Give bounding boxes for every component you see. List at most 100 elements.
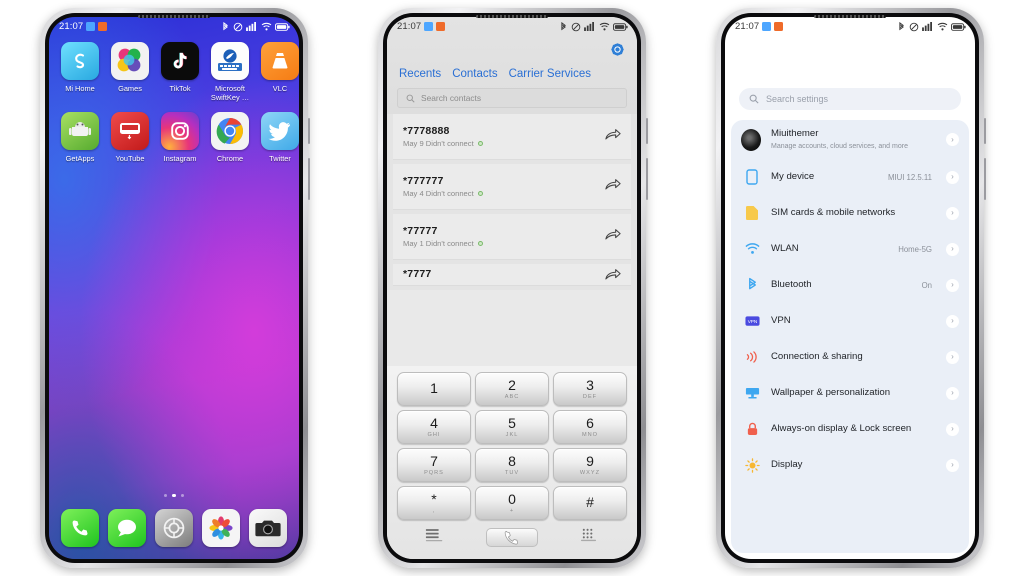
call-back-arrow-icon[interactable] xyxy=(605,178,621,196)
phone-settings-screen: 21:07 Search settings Miuithemer Manage … xyxy=(716,8,986,568)
status-bar-1: 21:07 xyxy=(49,17,299,36)
page-dot[interactable] xyxy=(163,493,168,497)
contacts-list-icon[interactable] xyxy=(425,528,445,547)
games-icon xyxy=(111,42,149,80)
key-6[interactable]: 6 MNO xyxy=(553,410,627,444)
settings-item-sim-cards[interactable]: SIM cards & mobile networks › xyxy=(731,195,969,231)
key-9[interactable]: 9 WXYZ xyxy=(553,448,627,482)
chevron-right-icon: › xyxy=(946,458,959,472)
settings-gear-icon[interactable] xyxy=(610,42,625,62)
settings-icon[interactable] xyxy=(154,509,193,547)
table-row[interactable]: *777777 May 4 Didn't connect xyxy=(393,164,631,210)
key-digit: 4 xyxy=(430,415,438,431)
key-0[interactable]: 0 + xyxy=(475,486,549,520)
twitter-icon xyxy=(261,112,299,150)
search-icon xyxy=(749,94,759,104)
search-contacts-input[interactable]: Search contacts xyxy=(397,88,627,108)
key-4[interactable]: 4 GHI xyxy=(397,410,471,444)
app-games[interactable]: Games xyxy=(105,42,155,102)
app-chrome[interactable]: Chrome xyxy=(205,112,255,163)
settings-item-bluetooth[interactable]: Bluetooth On › xyxy=(731,267,969,303)
earpiece-speaker xyxy=(814,15,886,18)
search-settings-input[interactable]: Search settings xyxy=(739,88,961,110)
key-8[interactable]: 8 TUV xyxy=(475,448,549,482)
call-number: *77777 xyxy=(403,225,438,237)
bluetooth-icon xyxy=(223,21,228,30)
app-twitter[interactable]: Twitter xyxy=(255,112,299,163)
settings-item-wallpaper[interactable]: Wallpaper & personalization › xyxy=(731,375,969,411)
keypad-icon[interactable] xyxy=(580,527,597,547)
key-3[interactable]: 3 DEF xyxy=(553,372,627,406)
chevron-right-icon: › xyxy=(946,278,959,292)
phone1-bezel: 21:07 Mi Home Games TikTok Microsoft Swi… xyxy=(45,13,303,563)
phone2-screen: 21:07 Recents Contacts Carrier Services … xyxy=(387,17,637,559)
signal-icon xyxy=(246,22,256,31)
wifi-icon xyxy=(599,22,609,31)
settings-item-value: MIUI 12.5.11 xyxy=(887,172,932,182)
settings-item-wlan[interactable]: WLAN Home-5G › xyxy=(731,231,969,267)
phone-home-screen: 21:07 Mi Home Games TikTok Microsoft Swi… xyxy=(40,8,310,568)
app-youtube[interactable]: YouTube xyxy=(105,112,155,163)
key-5[interactable]: 5 JKL xyxy=(475,410,549,444)
app-vlc[interactable]: VLC xyxy=(255,42,299,102)
search-placeholder: Search contacts xyxy=(421,93,482,103)
tab-contacts[interactable]: Contacts xyxy=(452,68,497,80)
mi-home-icon xyxy=(61,42,99,80)
settings-item-connection-sharing[interactable]: Connection & sharing › xyxy=(731,339,969,375)
settings-item-my-device[interactable]: My device MIUI 12.5.11 › xyxy=(731,159,969,195)
screenshot-stage: 21:07 Mi Home Games TikTok Microsoft Swi… xyxy=(0,0,1024,576)
app-mi-home[interactable]: Mi Home xyxy=(55,42,105,102)
call-handset-icon[interactable] xyxy=(485,527,538,547)
phone3-screen: 21:07 Search settings Miuithemer Manage … xyxy=(725,17,975,559)
app-grid-row-2: GetApps YouTube Instagram Chrome Twitter xyxy=(49,102,299,163)
dnd-icon xyxy=(909,22,918,31)
bluetooth-icon xyxy=(899,21,904,30)
phone-icon[interactable] xyxy=(61,509,100,547)
app-swiftkey[interactable]: Microsoft SwiftKey … xyxy=(205,42,255,102)
call-back-arrow-icon[interactable] xyxy=(605,128,621,146)
blue-app-badge-icon xyxy=(86,22,96,31)
key-2[interactable]: 2 ABC xyxy=(475,372,549,406)
chevron-right-icon: › xyxy=(946,314,959,328)
key-star[interactable]: *, xyxy=(397,486,471,520)
key-digit: * xyxy=(431,491,437,507)
orange-app-badge-icon xyxy=(98,22,108,31)
dialer-tabs: Recents Contacts Carrier Services xyxy=(387,64,637,86)
settings-item-lock-screen[interactable]: Always-on display & Lock screen › xyxy=(731,411,969,447)
status-clock: 21:07 xyxy=(397,21,422,32)
phone3-bezel: 21:07 Search settings Miuithemer Manage … xyxy=(721,13,979,563)
lock-icon xyxy=(747,422,757,435)
app-instagram[interactable]: Instagram xyxy=(155,112,205,163)
device-icon xyxy=(746,169,758,185)
key-7[interactable]: 7 PQRS xyxy=(397,448,471,482)
app-label: Games xyxy=(118,84,142,93)
messages-icon[interactable] xyxy=(108,509,147,547)
key-digit: 7 xyxy=(430,453,438,469)
table-row[interactable]: *7778888 May 9 Didn't connect xyxy=(393,114,631,160)
tab-recents[interactable]: Recents xyxy=(399,68,441,80)
app-getapps[interactable]: GetApps xyxy=(55,112,105,163)
key-hash[interactable]: # xyxy=(553,486,627,520)
gallery-icon[interactable] xyxy=(201,509,240,547)
wifi-icon xyxy=(261,22,271,31)
settings-item-vpn[interactable]: VPN VPN › xyxy=(731,303,969,339)
chevron-right-icon: › xyxy=(946,386,959,400)
key-digit: # xyxy=(586,494,594,510)
page-dot-active[interactable] xyxy=(172,493,176,497)
call-back-arrow-icon[interactable] xyxy=(605,228,621,246)
settings-list: Miuithemer Manage accounts, cloud servic… xyxy=(731,120,969,553)
settings-item-display[interactable]: Display › xyxy=(731,447,969,483)
key-letters: GHI xyxy=(427,432,441,438)
table-row[interactable]: *7777 xyxy=(393,264,631,286)
camera-icon[interactable] xyxy=(248,509,287,547)
table-row[interactable]: *77777 May 1 Didn't connect xyxy=(393,214,631,260)
key-1[interactable]: 1 xyxy=(397,372,471,406)
swiftkey-icon xyxy=(211,42,249,80)
earpiece-speaker xyxy=(138,15,210,18)
page-dot[interactable] xyxy=(180,493,185,497)
call-back-arrow-icon[interactable] xyxy=(605,268,621,286)
settings-item-account[interactable]: Miuithemer Manage accounts, cloud servic… xyxy=(731,120,969,159)
settings-item-value: On xyxy=(921,280,932,290)
tab-carrier-services[interactable]: Carrier Services xyxy=(509,68,591,80)
app-tiktok[interactable]: TikTok xyxy=(155,42,205,102)
